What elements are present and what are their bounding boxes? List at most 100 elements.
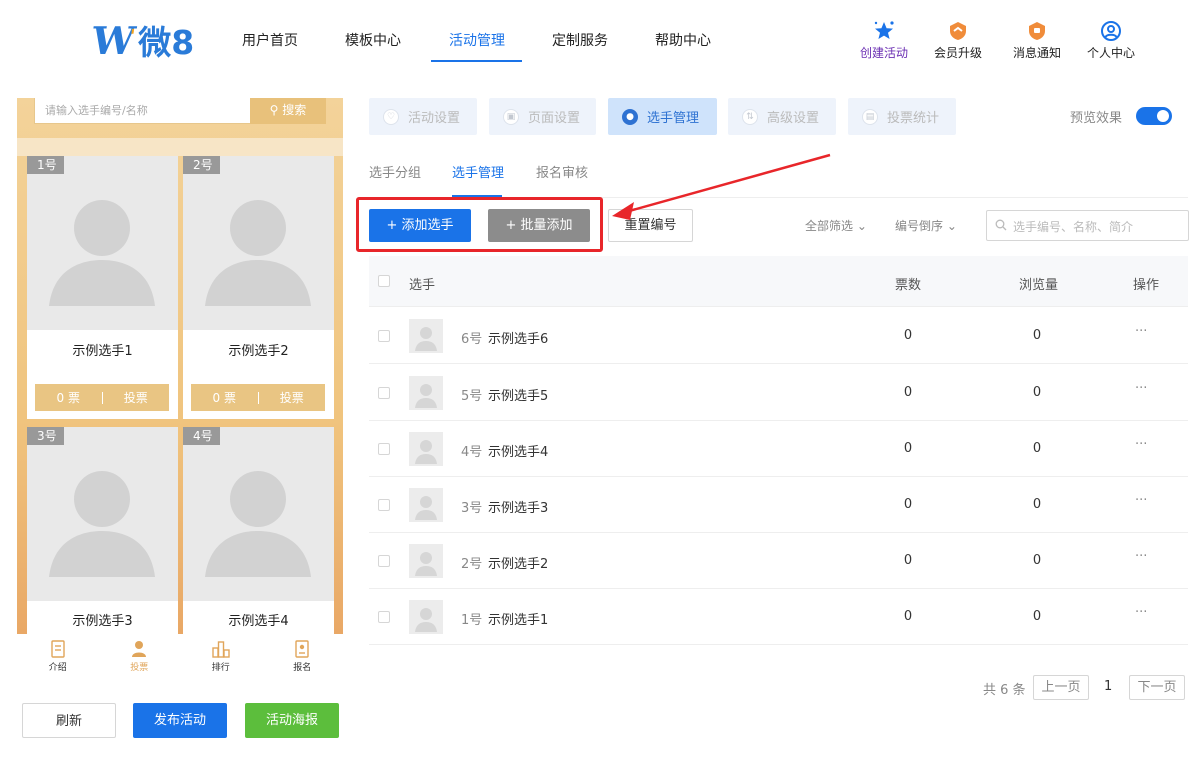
table-row[interactable]: 4号 示例选手4 0 0 ··· [369,421,1188,477]
refresh-button[interactable]: 刷新 [22,703,116,738]
contestant-card[interactable]: 2号 示例选手2 0 票 投票 [183,156,334,419]
tab-page-settings[interactable]: ▣ 页面设置 [489,98,596,135]
row-views: 0 [1032,441,1042,456]
filter-dropdown[interactable]: 全部筛选 ⌄ [805,217,867,234]
more-actions-icon[interactable]: ··· [1135,324,1147,339]
tab-vote-statistics[interactable]: ▤ 投票统计 [848,98,956,135]
nav-active-underline [431,60,522,62]
more-actions-icon[interactable]: ··· [1135,605,1147,620]
select-all-checkbox[interactable] [378,275,390,287]
contestant-number-badge: 1号 [27,156,64,174]
bell-shield-icon [1002,20,1072,42]
subtab-groups[interactable]: 选手分组 [369,162,421,181]
brand-logo[interactable]: W' 微8 [89,18,195,63]
prev-page-button[interactable]: 上一页 [1033,675,1089,700]
contestant-card[interactable]: 3号 示例选手3 [27,427,178,634]
subtab-contestants[interactable]: 选手管理 [452,162,504,181]
avatar [409,600,443,634]
table-row[interactable]: 6号 示例选手6 0 0 ··· [369,308,1188,364]
signup-form-icon [262,640,344,658]
preview-tab-intro-label: 介绍 [48,663,67,673]
member-upgrade-button[interactable]: 会员升级 [923,20,993,61]
row-checkbox[interactable] [378,499,390,511]
profile-button[interactable]: 个人中心 [1076,20,1146,61]
preview-toggle[interactable] [1136,107,1172,125]
vote-bar[interactable]: 0 票 投票 [35,384,169,411]
row-checkbox[interactable] [378,611,390,623]
vote-count: 0 票 [212,391,236,405]
tab-vote-statistics-label: 投票统计 [887,111,940,126]
nav-item-help[interactable]: 帮助中心 [655,30,711,50]
table-row[interactable]: 5号 示例选手5 0 0 ··· [369,365,1188,421]
annotation-highlight-box [356,197,603,252]
avatar [409,319,443,353]
sort-dropdown[interactable]: 编号倒序 ⌄ [895,217,957,234]
annotation-arrow [612,153,831,220]
next-page-button[interactable]: 下一页 [1129,675,1185,700]
nav-item-home[interactable]: 用户首页 [242,30,298,50]
row-votes: 0 [903,385,913,400]
contestant-number-badge: 3号 [27,427,64,445]
podium-icon [180,640,262,658]
avatar-placeholder [27,427,178,601]
preview-search-button-label: 搜索 [282,103,307,117]
contestant-name: 示例选手1 [72,344,133,359]
tab-advanced-settings[interactable]: ⇅ 高级设置 [728,98,836,135]
chevron-down-icon: ⌄ [946,219,957,233]
vote-button[interactable]: 投票 [103,389,170,406]
heart-icon: ♡ [383,108,399,125]
publish-activity-button[interactable]: 发布活动 [133,703,227,738]
preview-tab-intro[interactable]: 介绍 [17,634,99,678]
more-actions-icon[interactable]: ··· [1135,493,1147,508]
table-row[interactable]: 2号 示例选手2 0 0 ··· [369,533,1188,589]
avatar [409,488,443,522]
row-votes: 0 [903,441,913,456]
tab-contestant-management[interactable]: ● 选手管理 [608,98,717,135]
tab-activity-settings-label: 活动设置 [408,111,461,126]
table-row[interactable]: 3号 示例选手3 0 0 ··· [369,477,1188,533]
top-header: W' 微8 用户首页 模板中心 活动管理 定制服务 帮助中心 创建活动 会员升级… [0,0,1200,80]
notifications-button[interactable]: 消息通知 [1002,20,1072,61]
preview-tab-vote-label: 投票 [130,663,149,673]
person-icon: ● [622,108,638,125]
row-number: 2号 [461,557,483,572]
more-actions-icon[interactable]: ··· [1135,437,1147,452]
nav-item-custom[interactable]: 定制服务 [552,30,608,50]
row-views: 0 [1032,497,1042,512]
avatar [409,544,443,578]
current-page[interactable]: 1 [1104,679,1112,694]
row-votes: 0 [903,553,913,568]
preview-tab-ranking[interactable]: 排行 [180,634,262,678]
vote-button[interactable]: 投票 [259,389,326,406]
preview-search-button[interactable]: ⚲ 搜索 [250,98,326,124]
preview-tab-vote[interactable]: 投票 [99,634,181,678]
tab-page-settings-label: 页面设置 [528,111,581,126]
contestant-card[interactable]: 4号 示例选手4 [183,427,334,634]
contestant-card[interactable]: 1号 示例选手1 0 票 投票 [27,156,178,419]
row-checkbox[interactable] [378,387,390,399]
contestant-search-input[interactable]: 选手编号、名称、简介 [986,210,1189,241]
table-header: 选手 票数 浏览量 操作 [369,256,1188,307]
tab-activity-settings[interactable]: ♡ 活动设置 [369,98,477,135]
preview-search-bar[interactable]: 请输入选手编号/名称 ⚲ 搜索 [34,98,326,124]
vote-bar[interactable]: 0 票 投票 [191,384,325,411]
row-views: 0 [1032,328,1042,343]
row-checkbox[interactable] [378,555,390,567]
row-checkbox[interactable] [378,330,390,342]
subtab-signup-review[interactable]: 报名审核 [536,162,588,181]
contestant-name: 示例选手2 [228,344,289,359]
more-actions-icon[interactable]: ··· [1135,549,1147,564]
search-icon: ⚲ [269,103,279,117]
create-activity-button[interactable]: 创建活动 [849,20,919,61]
more-actions-icon[interactable]: ··· [1135,381,1147,396]
row-number: 3号 [461,501,483,516]
nav-item-activities[interactable]: 活动管理 [449,30,505,50]
nav-item-templates[interactable]: 模板中心 [345,30,401,50]
row-checkbox[interactable] [378,443,390,455]
activity-poster-button[interactable]: 活动海报 [245,703,339,738]
tab-advanced-settings-label: 高级设置 [767,111,820,126]
preview-tab-signup[interactable]: 报名 [262,634,344,678]
row-name: 示例选手2 [488,557,549,572]
table-row[interactable]: 1号 示例选手1 0 0 ··· [369,589,1188,645]
logo-text: 微8 [138,23,195,62]
